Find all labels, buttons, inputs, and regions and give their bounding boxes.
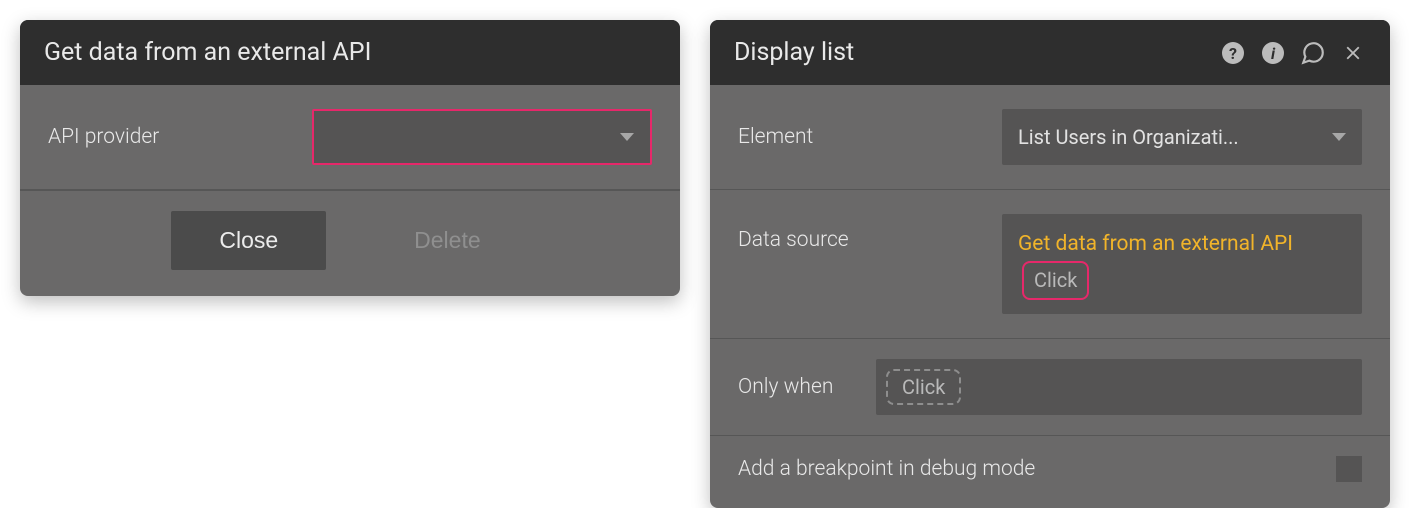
only-when-expression-box[interactable]: Click — [876, 359, 1362, 415]
element-value: List Users in Organizati... — [1018, 125, 1322, 149]
element-row: Element List Users in Organizati... — [710, 85, 1390, 190]
button-row: Close Delete — [20, 190, 680, 296]
close-button[interactable]: Close — [171, 211, 326, 270]
chevron-down-icon — [1332, 133, 1346, 141]
data-source-expression: Get data from an external API — [1018, 228, 1293, 261]
panel-body: API provider Close Delete — [20, 85, 680, 296]
display-list-panel: Display list ? i Element List Users in O… — [710, 20, 1390, 508]
panel-header: Display list ? i — [710, 20, 1390, 85]
api-provider-label: API provider — [48, 125, 288, 149]
breakpoint-checkbox[interactable] — [1336, 456, 1362, 482]
panel-body: Element List Users in Organizati... Data… — [710, 85, 1390, 508]
api-provider-dropdown[interactable] — [312, 109, 652, 165]
chevron-down-icon — [620, 133, 634, 141]
element-label: Element — [738, 125, 978, 149]
svg-text:?: ? — [1229, 44, 1237, 63]
panel-title: Display list — [734, 38, 1220, 67]
info-icon[interactable]: i — [1260, 40, 1286, 66]
api-provider-row: API provider — [20, 85, 680, 190]
help-icon[interactable]: ? — [1220, 40, 1246, 66]
breakpoint-label: Add a breakpoint in debug mode — [738, 457, 1035, 481]
header-icons: ? i — [1220, 40, 1366, 66]
breakpoint-row: Add a breakpoint in debug mode — [710, 436, 1390, 508]
panel-header: Get data from an external API — [20, 20, 680, 85]
external-api-panel: Get data from an external API API provid… — [20, 20, 680, 296]
only-when-row: Only when Click — [710, 339, 1390, 436]
element-dropdown[interactable]: List Users in Organizati... — [1002, 109, 1362, 165]
only-when-label: Only when — [738, 375, 858, 399]
delete-button[interactable]: Delete — [366, 211, 528, 270]
data-source-label: Data source — [738, 214, 978, 252]
data-source-expression-box[interactable]: Get data from an external API Click — [1002, 214, 1362, 314]
close-icon[interactable] — [1340, 40, 1366, 66]
data-source-click-pill[interactable]: Click — [1022, 261, 1089, 300]
only-when-click-pill[interactable]: Click — [886, 369, 961, 405]
panel-title: Get data from an external API — [44, 38, 656, 67]
comment-icon[interactable] — [1300, 40, 1326, 66]
data-source-row: Data source Get data from an external AP… — [710, 190, 1390, 339]
